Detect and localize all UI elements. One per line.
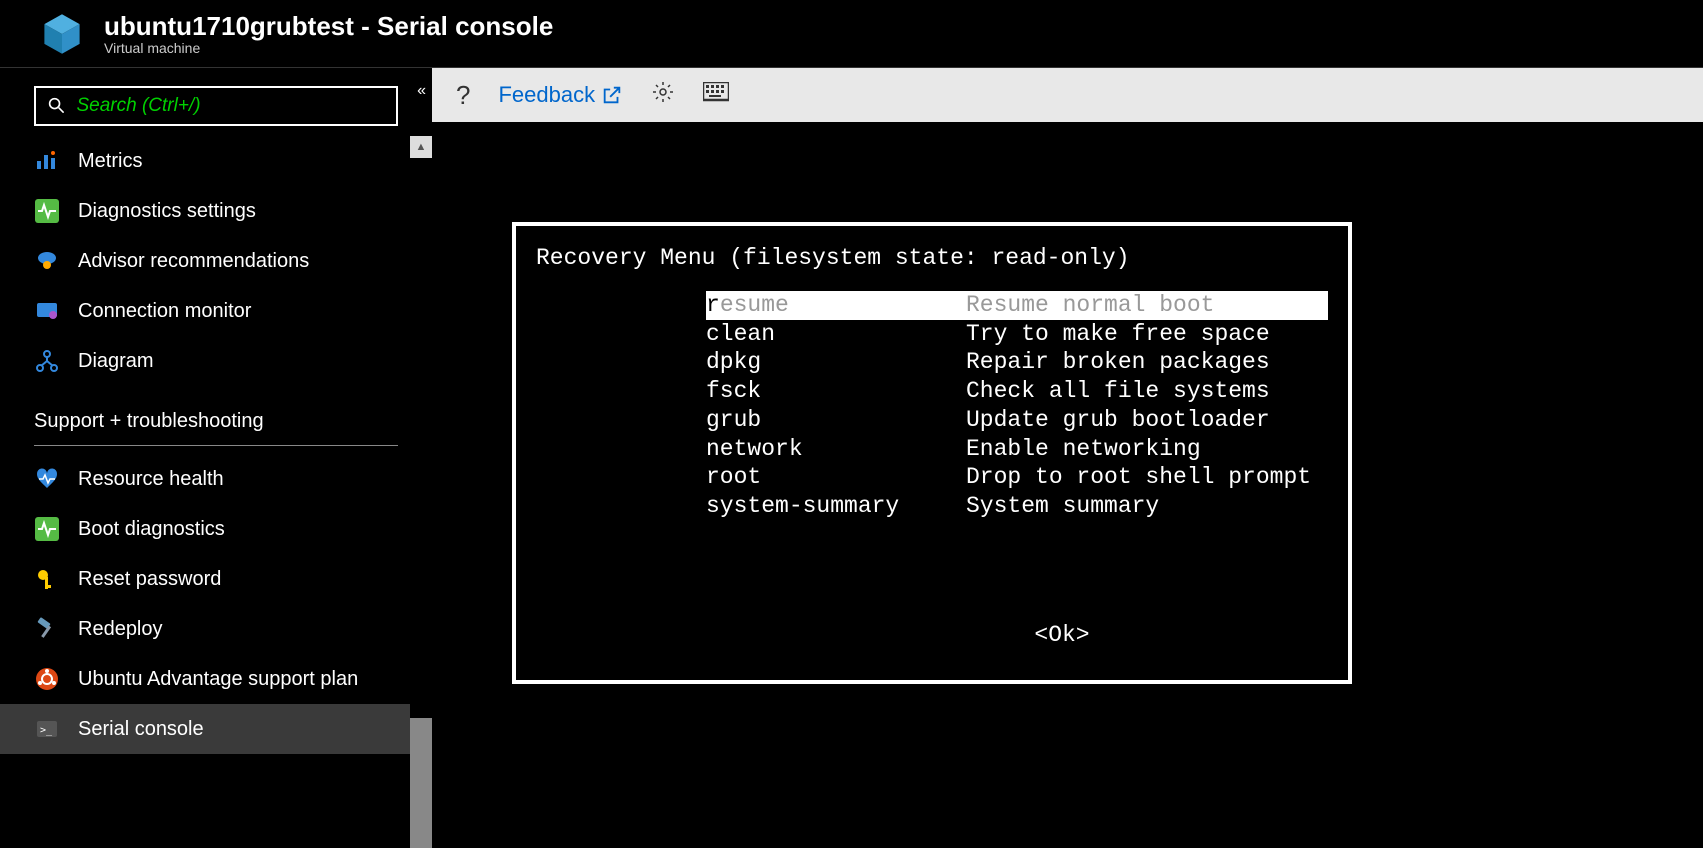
sidebar-item-advisor[interactable]: Advisor recommendations: [0, 236, 432, 286]
recovery-menu-item[interactable]: dpkgRepair broken packages: [706, 348, 1328, 377]
svg-text:>_: >_: [40, 725, 53, 736]
section-support-troubleshooting: Support + troubleshooting: [0, 386, 432, 441]
sidebar-item-connection-monitor[interactable]: Connection monitor: [0, 286, 432, 336]
diagram-icon: [34, 348, 60, 374]
sidebar-item-label: Resource health: [78, 468, 224, 491]
sidebar-item-label: Diagnostics settings: [78, 200, 256, 223]
gear-icon: [651, 80, 675, 104]
sidebar-item-label: Reset password: [78, 568, 221, 591]
page-title: ubuntu1710grubtest - Serial console: [104, 11, 553, 42]
sidebar: « Metrics D: [0, 68, 432, 848]
key-icon: [34, 566, 60, 592]
sidebar-item-redeploy[interactable]: Redeploy: [0, 604, 432, 654]
sidebar-item-serial-console[interactable]: >_ Serial console: [0, 704, 432, 754]
scroll-up-arrow-icon[interactable]: ▲: [410, 136, 432, 158]
sidebar-item-diagram[interactable]: Diagram: [0, 336, 432, 386]
pulse-icon: [34, 516, 60, 542]
sidebar-item-label: Advisor recommendations: [78, 250, 309, 273]
recovery-menu-item[interactable]: cleanTry to make free space: [706, 320, 1328, 349]
ok-button[interactable]: <Ok>: [536, 621, 1328, 650]
search-input[interactable]: [76, 95, 384, 117]
recovery-menu-list[interactable]: resumeResume normal bootcleanTry to make…: [706, 291, 1328, 521]
recovery-menu-box: Recovery Menu (filesystem state: read-on…: [512, 222, 1352, 684]
external-link-icon: [601, 84, 623, 106]
metrics-icon: [34, 148, 60, 174]
collapse-sidebar-button[interactable]: «: [417, 82, 426, 100]
recovery-menu-item[interactable]: fsckCheck all file systems: [706, 377, 1328, 406]
header: ubuntu1710grubtest - Serial console Virt…: [0, 0, 1703, 68]
sidebar-item-reset-password[interactable]: Reset password: [0, 554, 432, 604]
divider: [34, 445, 398, 446]
console-area[interactable]: Recovery Menu (filesystem state: read-on…: [432, 122, 1703, 848]
sidebar-item-diagnostics-settings[interactable]: Diagnostics settings: [0, 186, 432, 236]
hammer-icon: [34, 616, 60, 642]
sidebar-item-metrics[interactable]: Metrics: [0, 136, 432, 186]
toolbar: ? Feedback: [432, 68, 1703, 122]
recovery-menu-item[interactable]: system-summarySystem summary: [706, 492, 1328, 521]
sidebar-item-label: Connection monitor: [78, 300, 251, 323]
sidebar-item-label: Ubuntu Advantage support plan: [78, 668, 358, 691]
content: ? Feedback Recovery Menu (filesystem sta…: [432, 68, 1703, 848]
ubuntu-icon: [34, 666, 60, 692]
vm-cube-icon: [40, 12, 84, 56]
sidebar-item-label: Boot diagnostics: [78, 518, 225, 541]
settings-button[interactable]: [651, 80, 675, 110]
sidebar-item-label: Serial console: [78, 718, 204, 741]
terminal-icon: >_: [34, 716, 60, 742]
search-icon: [48, 97, 64, 115]
sidebar-item-boot-diagnostics[interactable]: Boot diagnostics: [0, 504, 432, 554]
heart-icon: [34, 466, 60, 492]
cloud-bulb-icon: [34, 248, 60, 274]
sidebar-item-label: Redeploy: [78, 618, 163, 641]
recovery-menu-item[interactable]: rootDrop to root shell prompt: [706, 463, 1328, 492]
recovery-menu-item[interactable]: resumeResume normal boot: [706, 291, 1328, 320]
recovery-menu-item[interactable]: networkEnable networking: [706, 435, 1328, 464]
sidebar-item-label: Diagram: [78, 350, 154, 373]
sidebar-scrollbar[interactable]: ▲: [410, 136, 432, 848]
keyboard-button[interactable]: [703, 82, 729, 108]
sidebar-item-label: Metrics: [78, 150, 142, 173]
help-button[interactable]: ?: [456, 80, 470, 111]
nav-list: Metrics Diagnostics settings Advisor rec…: [0, 136, 432, 848]
resource-type: Virtual machine: [104, 40, 553, 56]
sidebar-item-resource-health[interactable]: Resource health: [0, 454, 432, 504]
search-box[interactable]: [34, 86, 398, 126]
scroll-thumb[interactable]: [410, 718, 432, 848]
keyboard-icon: [703, 82, 729, 102]
pulse-icon: [34, 198, 60, 224]
feedback-link[interactable]: Feedback: [498, 82, 623, 108]
monitor-icon: [34, 298, 60, 324]
recovery-menu-item[interactable]: grubUpdate grub bootloader: [706, 406, 1328, 435]
recovery-menu-title: Recovery Menu (filesystem state: read-on…: [536, 244, 1328, 273]
sidebar-item-ubuntu-advantage[interactable]: Ubuntu Advantage support plan: [0, 654, 432, 704]
feedback-label: Feedback: [498, 82, 595, 108]
